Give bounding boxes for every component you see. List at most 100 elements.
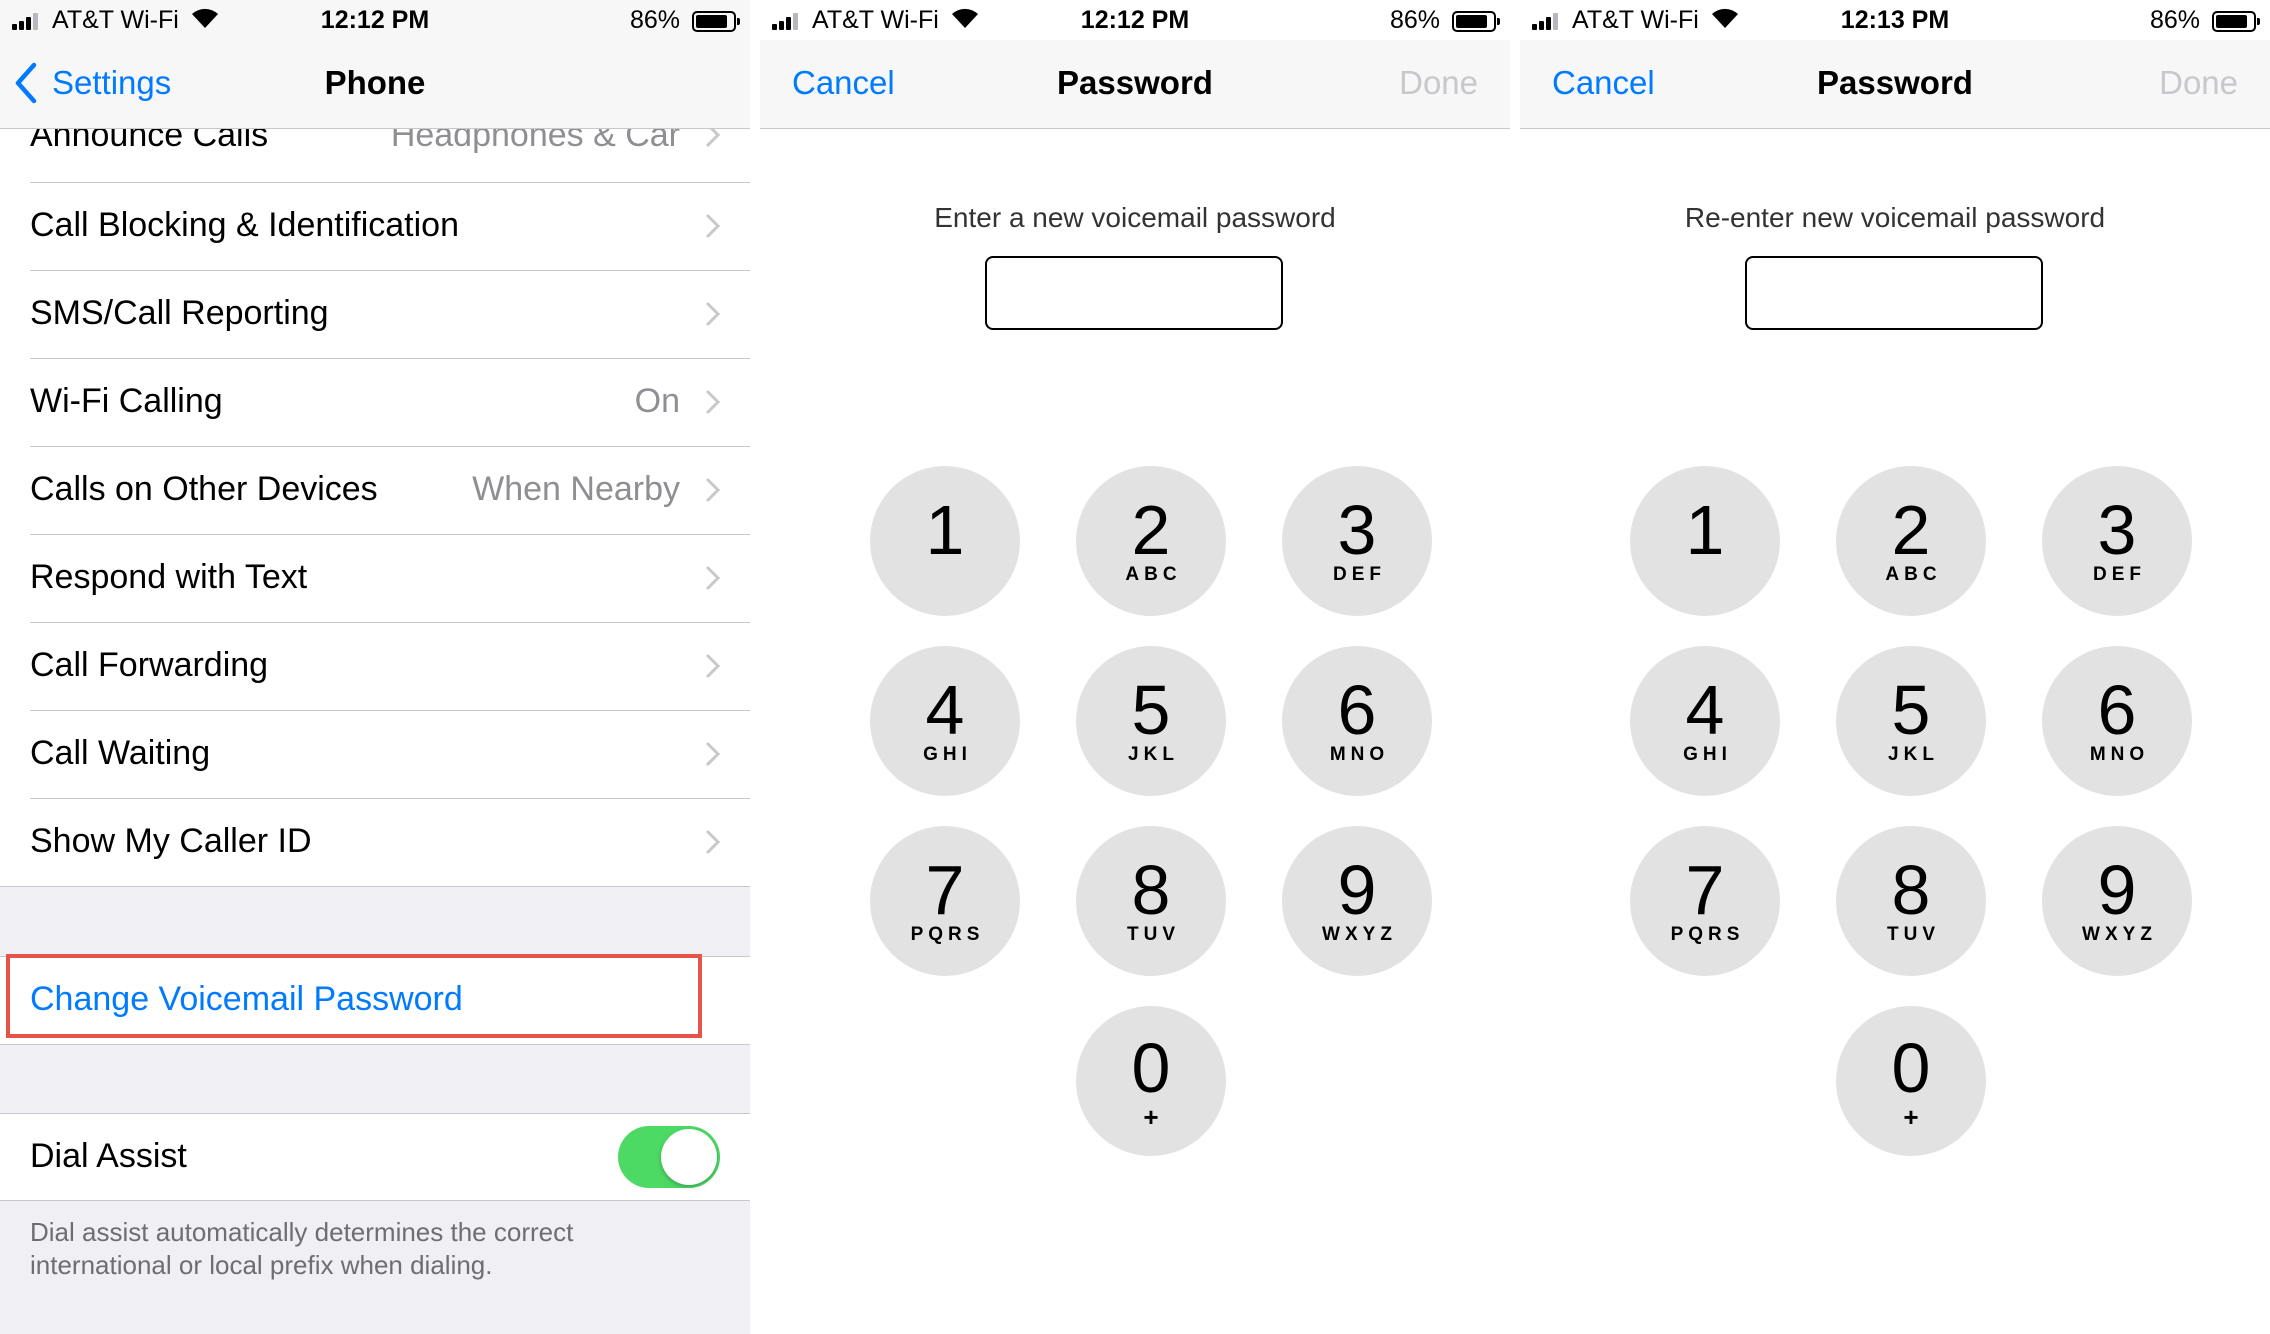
nav-title: Phone bbox=[324, 64, 426, 101]
keypad-key-9[interactable]: 9 WXYZ bbox=[2042, 826, 2192, 976]
keypad-key-6[interactable]: 6 MNO bbox=[1282, 646, 1432, 796]
key-letters: + bbox=[1143, 1102, 1159, 1132]
group-divider bbox=[0, 1200, 750, 1201]
key-digit: 6 bbox=[2097, 671, 2137, 749]
keypad-key-0[interactable]: 0 + bbox=[1836, 1006, 1986, 1156]
keypad-key-2[interactable]: 2 ABC bbox=[1836, 466, 1986, 616]
key-digit: 6 bbox=[1337, 671, 1377, 749]
key-digit: 2 bbox=[1891, 491, 1931, 569]
keypad-key-5[interactable]: 5 JKL bbox=[1076, 646, 1226, 796]
password-input[interactable] bbox=[1745, 256, 2043, 330]
chevron-right-icon bbox=[705, 653, 720, 679]
key-letters: ABC bbox=[1885, 564, 1942, 585]
keypad-key-8[interactable]: 8 TUV bbox=[1836, 826, 1986, 976]
battery-icon bbox=[1452, 11, 1500, 32]
key-digit: 8 bbox=[1131, 851, 1171, 929]
keypad-key-3[interactable]: 3 DEF bbox=[1282, 466, 1432, 616]
row-show-my-caller-id[interactable]: Show My Caller ID bbox=[0, 799, 750, 887]
keypad-key-5[interactable]: 5 JKL bbox=[1836, 646, 1986, 796]
keypad-key-1[interactable]: 1 bbox=[1630, 466, 1780, 616]
row-label: SMS/Call Reporting bbox=[30, 294, 329, 332]
key-letters: JKL bbox=[1128, 744, 1179, 765]
key-digit: 8 bbox=[1891, 851, 1931, 929]
key-digit: 3 bbox=[2097, 491, 2137, 569]
keypad-key-8[interactable]: 8 TUV bbox=[1076, 826, 1226, 976]
nav-bar: Cancel Password Done bbox=[760, 40, 1510, 129]
key-digit: 0 bbox=[1891, 1029, 1931, 1107]
keypad-key-2[interactable]: 2 ABC bbox=[1076, 466, 1226, 616]
battery-percent: 86% bbox=[629, 6, 680, 34]
key-letters: PQRS bbox=[910, 924, 985, 945]
row-calls-on-other-devices[interactable]: Calls on Other Devices When Nearby bbox=[0, 447, 750, 535]
nav-bar: Cancel Password Done bbox=[1520, 40, 2270, 129]
row-respond-with-text[interactable]: Respond with Text bbox=[0, 535, 750, 623]
key-digit: 3 bbox=[1337, 491, 1377, 569]
keypad-key-7[interactable]: 7 PQRS bbox=[870, 826, 1020, 976]
key-digit: 5 bbox=[1131, 671, 1171, 749]
key-digit: 1 bbox=[1685, 491, 1725, 569]
chevron-right-icon bbox=[705, 213, 720, 239]
done-button[interactable]: Done bbox=[1399, 64, 1478, 102]
status-bar: AT&T Wi-Fi 12:12 PM 86% bbox=[760, 0, 1510, 40]
key-letters: WXYZ bbox=[2082, 924, 2157, 945]
status-bar: AT&T Wi-Fi 12:13 PM 86% bbox=[1520, 0, 2270, 40]
done-button[interactable]: Done bbox=[2159, 64, 2238, 102]
battery-percent: 86% bbox=[1389, 6, 1440, 34]
key-letters: TUV bbox=[1887, 924, 1940, 945]
row-label: Call Waiting bbox=[30, 734, 211, 772]
row-sms-call-reporting[interactable]: SMS/Call Reporting bbox=[0, 271, 750, 359]
row-label: Call Forwarding bbox=[30, 646, 269, 684]
row-call-blocking[interactable]: Call Blocking & Identification bbox=[0, 183, 750, 271]
keypad-key-1[interactable]: 1 bbox=[870, 466, 1020, 616]
password-prompt: Enter a new voicemail password bbox=[934, 202, 1336, 233]
row-call-waiting[interactable]: Call Waiting bbox=[0, 711, 750, 799]
toggle-knob bbox=[661, 1129, 717, 1185]
row-wifi-calling[interactable]: Wi-Fi Calling On bbox=[0, 359, 750, 447]
row-label: Call Blocking & Identification bbox=[30, 206, 460, 244]
key-letters: GHI bbox=[923, 744, 972, 765]
row-label: Calls on Other Devices bbox=[30, 470, 378, 508]
key-letters: GHI bbox=[1683, 744, 1732, 765]
row-label: Dial Assist bbox=[30, 1137, 187, 1175]
highlight-box bbox=[6, 954, 702, 1038]
key-digit: 7 bbox=[925, 851, 965, 929]
dial-assist-footnote: Dial assist automatically determines the… bbox=[30, 1217, 574, 1280]
keypad-key-6[interactable]: 6 MNO bbox=[2042, 646, 2192, 796]
nav-bar: Settings Phone bbox=[0, 40, 750, 129]
key-digit: 4 bbox=[1685, 671, 1725, 749]
key-digit: 5 bbox=[1891, 671, 1931, 749]
phone-settings-screen: Announce Calls Headphones & Car Call Blo… bbox=[0, 0, 750, 1334]
key-digit: 1 bbox=[925, 491, 965, 569]
keypad-key-7[interactable]: 7 PQRS bbox=[1630, 826, 1780, 976]
key-digit: 0 bbox=[1131, 1029, 1171, 1107]
password-input[interactable] bbox=[985, 256, 1283, 330]
password-prompt: Re-enter new voicemail password bbox=[1684, 202, 2106, 233]
password-reenter-screen: AT&T Wi-Fi 12:13 PM 86% Cancel Password … bbox=[1520, 0, 2270, 1334]
group-divider bbox=[0, 1044, 750, 1045]
chevron-right-icon bbox=[705, 301, 720, 327]
key-digit: 7 bbox=[1685, 851, 1725, 929]
key-letters: DEF bbox=[2093, 564, 2146, 585]
row-label: Respond with Text bbox=[30, 558, 308, 596]
chevron-right-icon bbox=[705, 389, 720, 415]
password-new-screen: AT&T Wi-Fi 12:12 PM 86% Cancel Password … bbox=[760, 0, 1510, 1334]
keypad-key-4[interactable]: 4 GHI bbox=[870, 646, 1020, 796]
keypad-key-0[interactable]: 0 + bbox=[1076, 1006, 1226, 1156]
group-divider bbox=[0, 886, 750, 887]
key-digit: 4 bbox=[925, 671, 965, 749]
row-value: When Nearby bbox=[472, 470, 680, 508]
row-label: Show My Caller ID bbox=[30, 822, 312, 860]
row-value: On bbox=[634, 382, 680, 420]
keypad-key-9[interactable]: 9 WXYZ bbox=[1282, 826, 1432, 976]
key-letters: ABC bbox=[1125, 564, 1182, 585]
keypad-key-3[interactable]: 3 DEF bbox=[2042, 466, 2192, 616]
nav-title: Password bbox=[1057, 64, 1213, 101]
row-call-forwarding[interactable]: Call Forwarding bbox=[0, 623, 750, 711]
status-bar: AT&T Wi-Fi 12:12 PM 86% bbox=[0, 0, 750, 40]
keypad-key-4[interactable]: 4 GHI bbox=[1630, 646, 1780, 796]
dial-assist-toggle[interactable] bbox=[618, 1126, 720, 1188]
key-letters: PQRS bbox=[1670, 924, 1745, 945]
row-dial-assist: Dial Assist bbox=[0, 1114, 750, 1200]
battery-percent: 86% bbox=[2149, 6, 2200, 34]
key-letters: MNO bbox=[1329, 744, 1390, 765]
